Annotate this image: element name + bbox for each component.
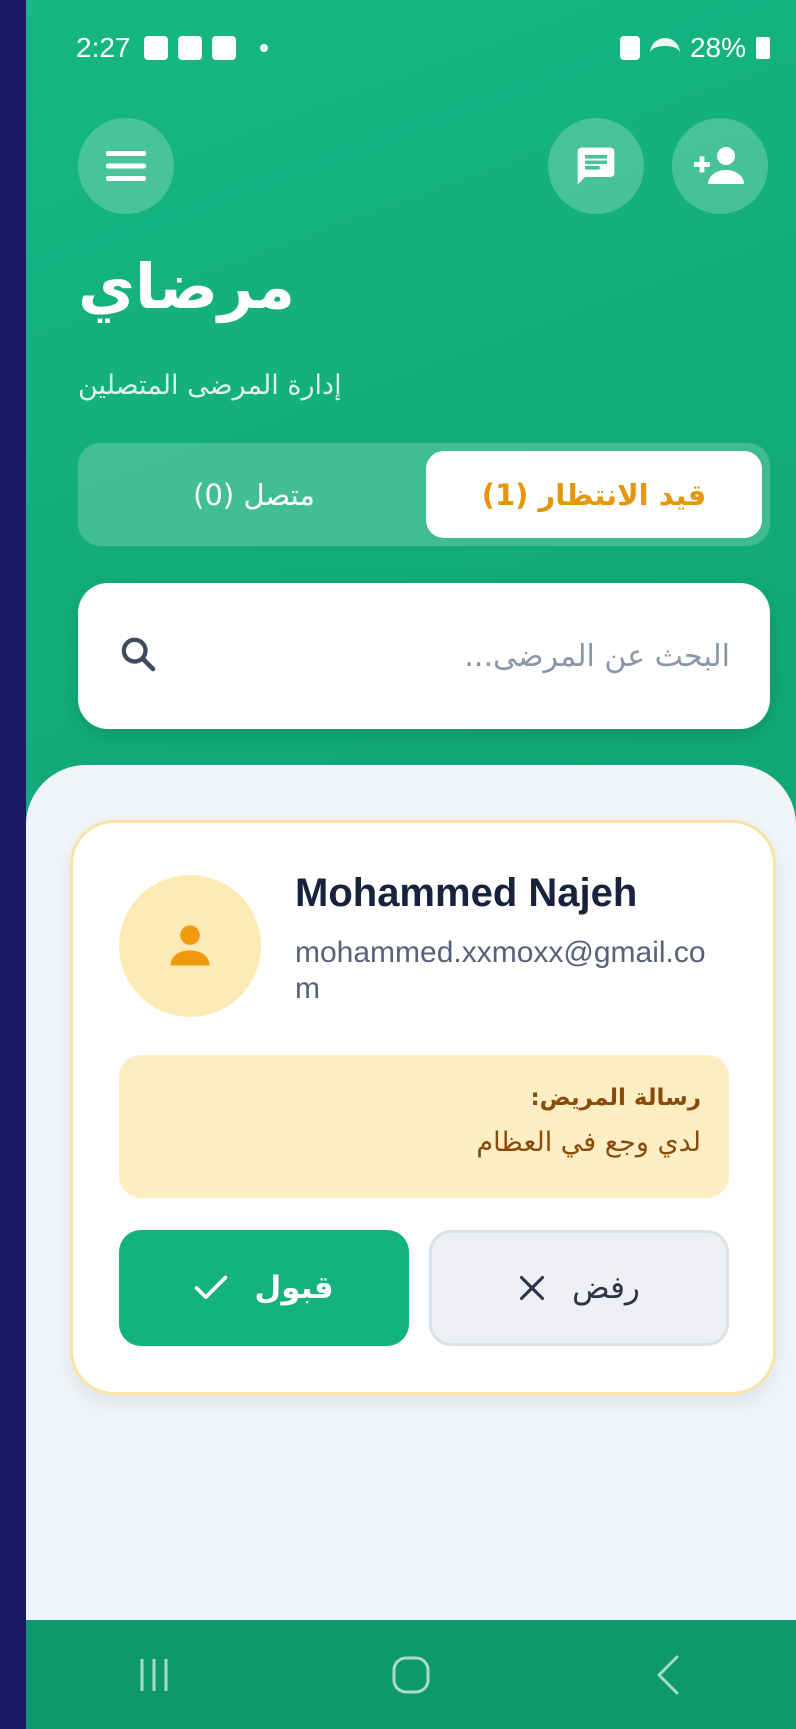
menu-icon <box>106 151 146 181</box>
chat-icon <box>577 147 615 185</box>
patient-request-card: Mohammed Najeh mohammed.xxmoxx@gmail.com… <box>70 820 776 1395</box>
menu-button[interactable] <box>78 118 174 214</box>
system-icons: 28% <box>619 32 770 64</box>
search-input[interactable] <box>210 623 730 689</box>
page-title: مرضاي <box>78 250 295 323</box>
home-icon <box>392 1656 430 1693</box>
app-screen: 2:27 28% مرضاي إدارة المرضى المتصلين متص… <box>26 0 796 1729</box>
add-patient-button[interactable] <box>672 118 768 214</box>
recents-icon <box>140 1658 168 1691</box>
notification-icons <box>144 36 268 60</box>
status-bar: 2:27 28% <box>26 0 796 100</box>
back-icon <box>657 1655 679 1694</box>
patient-name: Mohammed Najeh <box>295 871 638 915</box>
reject-button[interactable]: رفض <box>429 1230 729 1346</box>
avatar <box>119 875 261 1017</box>
person-icon <box>170 925 210 966</box>
content-panel: Mohammed Najeh mohammed.xxmoxx@gmail.com… <box>26 765 796 1665</box>
system-nav-bar <box>26 1620 796 1729</box>
search-bar <box>78 583 770 729</box>
tab-pending[interactable]: قيد الانتظار (1) <box>426 451 762 538</box>
reject-label: رفض <box>572 1270 640 1306</box>
checkbox-icon <box>212 36 236 60</box>
tab-bar: متصل (0) قيد الانتظار (1) <box>78 443 770 546</box>
patient-message-box: رسالة المريض: لدي وجع في العظام <box>119 1055 729 1198</box>
back-button[interactable] <box>628 1645 708 1705</box>
page-subtitle: إدارة المرضى المتصلين <box>78 370 342 401</box>
tab-connected[interactable]: متصل (0) <box>86 451 422 538</box>
more-notifications-icon <box>260 44 268 52</box>
recents-button[interactable] <box>114 1645 194 1705</box>
message-label: رسالة المريض: <box>530 1085 701 1111</box>
close-icon <box>520 1275 545 1301</box>
gallery-icon <box>144 36 168 60</box>
message-text: لدي وجع في العظام <box>476 1127 701 1158</box>
accept-button[interactable]: قبول <box>119 1230 409 1346</box>
phone-icon <box>178 36 202 60</box>
wifi-icon <box>649 38 680 58</box>
home-button[interactable] <box>371 1645 451 1705</box>
battery-icon <box>756 37 770 59</box>
search-icon <box>121 637 156 672</box>
lock-icon <box>619 36 640 60</box>
battery-level: 28% <box>689 32 746 63</box>
status-time: 2:27 <box>76 32 131 63</box>
chat-button[interactable] <box>548 118 644 214</box>
patient-email: mohammed.xxmoxx@gmail.com <box>295 936 706 1005</box>
add-person-icon <box>694 147 744 184</box>
check-icon <box>195 1275 228 1299</box>
accept-label: قبول <box>254 1270 334 1306</box>
